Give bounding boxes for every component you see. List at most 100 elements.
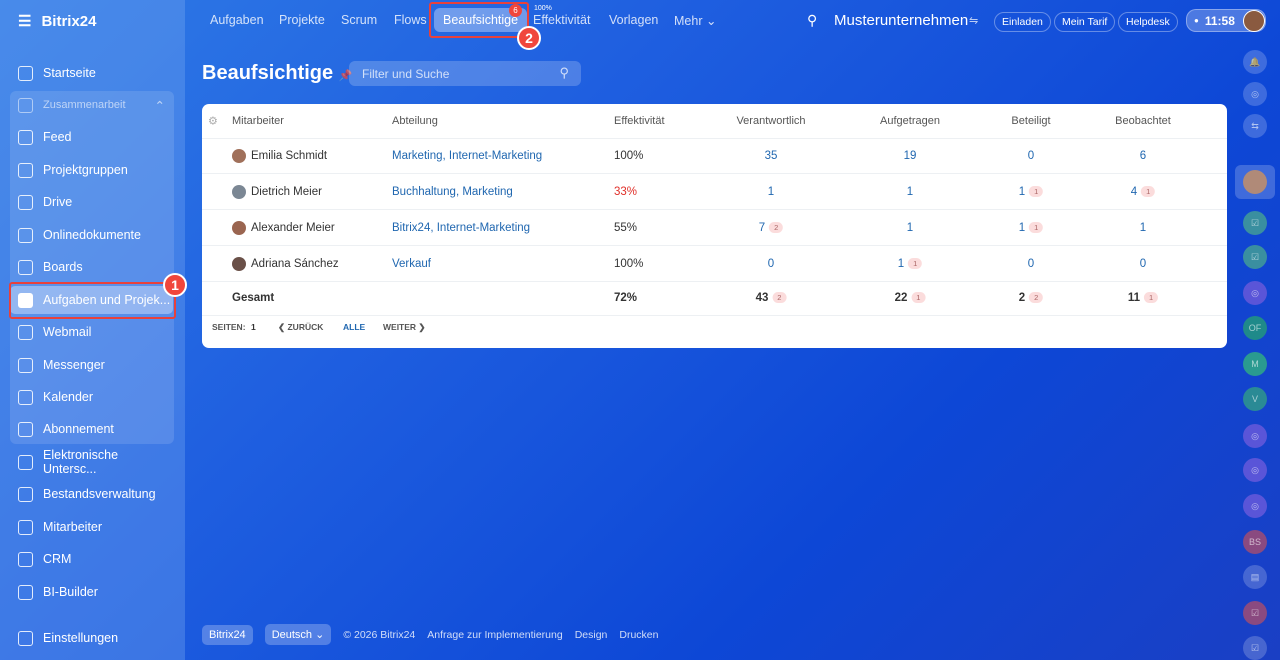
copilot-chat-icon[interactable]: ◎	[1243, 424, 1267, 448]
design-link[interactable]: Design	[575, 629, 608, 641]
sidebar-item-messenger[interactable]: Messenger	[10, 351, 173, 379]
count-o[interactable]: 0	[1140, 258, 1146, 270]
helpdesk-button[interactable]: Helpdesk	[1118, 12, 1178, 32]
header-beteiligt[interactable]: Beteiligt	[1011, 115, 1050, 127]
menu-icon[interactable]: ☰	[18, 12, 31, 30]
effectivity-value: 33%	[614, 186, 638, 198]
sidebar-item-projektgruppen[interactable]: Projektgruppen	[10, 156, 173, 184]
count-o[interactable]: 41	[1131, 186, 1156, 198]
copilot-icon[interactable]: ◎	[1243, 82, 1267, 106]
count-b[interactable]: 0	[1028, 258, 1034, 270]
invite-button[interactable]: Einladen	[994, 12, 1051, 32]
prev-button[interactable]: ❮ ZURÜCK	[278, 322, 323, 333]
chat-of[interactable]: OF	[1243, 316, 1267, 340]
sidebar-item-mitarbeiter[interactable]: Mitarbeiter	[10, 513, 173, 541]
count-a[interactable]: 11	[898, 258, 923, 270]
header-effektivitaet[interactable]: Effektivität	[614, 115, 665, 127]
count-b[interactable]: 0	[1028, 150, 1034, 162]
task-chat-icon[interactable]: ☑	[1243, 245, 1267, 269]
header-aufgetragen[interactable]: Aufgetragen	[880, 115, 940, 127]
count-b[interactable]: 11	[1019, 186, 1044, 198]
chat-m[interactable]: M	[1243, 352, 1267, 376]
tab-vorlagen[interactable]: Vorlagen	[609, 13, 658, 27]
sidebar-item-webmail[interactable]: Webmail	[10, 318, 173, 346]
bell-icon[interactable]: 🔔	[1243, 50, 1267, 74]
department-link[interactable]: Marketing, Internet-Marketing	[392, 150, 542, 162]
plan-button[interactable]: Mein Tarif	[1054, 12, 1116, 32]
overdue-badge: 2	[772, 292, 787, 304]
chat-icon[interactable]: ⇆	[1243, 114, 1267, 138]
sidebar-item-feed[interactable]: Feed	[10, 123, 173, 151]
header-beobachtet[interactable]: Beobachtet	[1115, 115, 1171, 127]
implementation-link[interactable]: Anfrage zur Implementierung	[427, 629, 562, 641]
sidebar-item-elektronische-untersc[interactable]: Elektronische Untersc...	[10, 448, 173, 476]
sidebar-item-crm[interactable]: CRM	[10, 545, 173, 573]
feed-icon	[18, 129, 33, 145]
count-o[interactable]: 1	[1140, 222, 1146, 234]
sidebar-item-boards[interactable]: Boards	[10, 253, 173, 281]
search-input[interactable]: Filter und Suche ⚲	[349, 61, 581, 86]
count-v[interactable]: 35	[765, 150, 778, 162]
effectivity-value: 72%	[614, 292, 638, 304]
employee[interactable]: Emilia Schmidt	[232, 149, 327, 163]
count-a[interactable]: 19	[904, 150, 917, 162]
tab-scrum[interactable]: Scrum	[341, 13, 377, 27]
highlight-box	[9, 282, 176, 319]
count-b[interactable]: 22	[1019, 292, 1044, 304]
group-toggle[interactable]: Zusammenarbeit ⌃	[10, 91, 173, 119]
tab-flows[interactable]: Flows	[394, 13, 427, 27]
department-link[interactable]: Bitrix24, Internet-Marketing	[392, 222, 530, 234]
settings-sliders-icon[interactable]: ⇋	[969, 14, 978, 27]
chat-bs[interactable]: BS	[1243, 530, 1267, 554]
header-mitarbeiter[interactable]: Mitarbeiter	[232, 115, 284, 127]
language-select[interactable]: Deutsch ⌄	[264, 624, 332, 645]
company-name[interactable]: Musterunternehmen	[834, 12, 968, 29]
count-a[interactable]: 1	[907, 222, 913, 234]
employee[interactable]: Alexander Meier	[232, 221, 335, 235]
sidebar-item-kalender[interactable]: Kalender	[10, 383, 173, 411]
user-avatar[interactable]	[1243, 10, 1265, 32]
task-chat-icon[interactable]: ☑	[1243, 636, 1267, 660]
sidebar-item-bestandsverwaltung[interactable]: Bestandsverwaltung	[10, 480, 173, 508]
count-b[interactable]: 11	[1019, 222, 1044, 234]
header-verantwortlich[interactable]: Verantwortlich	[736, 115, 805, 127]
employee[interactable]: Dietrich Meier	[232, 185, 322, 199]
count-v[interactable]: 1	[768, 186, 774, 198]
search-icon[interactable]: ⚲	[807, 12, 817, 29]
count-o[interactable]: 6	[1140, 150, 1146, 162]
tab-effektivitaet[interactable]: Effektivität	[533, 13, 590, 27]
logo[interactable]: ☰ Bitrix24	[18, 12, 96, 31]
count-a[interactable]: 1	[907, 186, 913, 198]
copilot-chat-icon[interactable]: ◎	[1243, 281, 1267, 305]
sidebar-item-abonnement[interactable]: Abonnement	[10, 415, 173, 443]
sidebar-item-drive[interactable]: Drive	[10, 188, 173, 216]
tab-mehr[interactable]: Mehr ⌄	[674, 13, 716, 28]
gear-icon[interactable]: ⚙	[208, 115, 218, 128]
tab-projekte[interactable]: Projekte	[279, 13, 325, 27]
sidebar-item-onlinedokumente[interactable]: Onlinedokumente	[10, 221, 173, 249]
sidebar-item-bi-builder[interactable]: BI-Builder	[10, 578, 173, 606]
recent-chat[interactable]	[1235, 165, 1275, 199]
count-o[interactable]: 11 1	[1128, 292, 1159, 304]
sidebar-item-einstellungen[interactable]: Einstellungen	[10, 624, 173, 652]
count-a[interactable]: 22 1	[895, 292, 926, 304]
next-button[interactable]: WEITER ❯	[383, 322, 426, 333]
copilot-chat-icon[interactable]: ◎	[1243, 494, 1267, 518]
contact-card-icon[interactable]: ▤	[1243, 565, 1267, 589]
department-link[interactable]: Verkauf	[392, 258, 431, 270]
all-button[interactable]: ALLE	[343, 322, 365, 332]
count-v[interactable]: 43 2	[756, 292, 787, 304]
count-v[interactable]: 0	[768, 258, 774, 270]
brand-button[interactable]: Bitrix24	[202, 624, 253, 645]
chat-v[interactable]: V	[1243, 387, 1267, 411]
sidebar-item-startseite[interactable]: Startseite	[10, 59, 173, 87]
tab-aufgaben[interactable]: Aufgaben	[210, 13, 264, 27]
employee[interactable]: Adriana Sánchez	[232, 257, 339, 271]
department-link[interactable]: Buchhaltung, Marketing	[392, 186, 513, 198]
header-abteilung[interactable]: Abteilung	[392, 115, 438, 127]
count-v[interactable]: 72	[759, 222, 784, 234]
copilot-chat-icon[interactable]: ◎	[1243, 458, 1267, 482]
task-chat-icon[interactable]: ☑	[1243, 211, 1267, 235]
task-chat-icon[interactable]: ☑	[1243, 601, 1267, 625]
print-link[interactable]: Drucken	[619, 629, 658, 641]
